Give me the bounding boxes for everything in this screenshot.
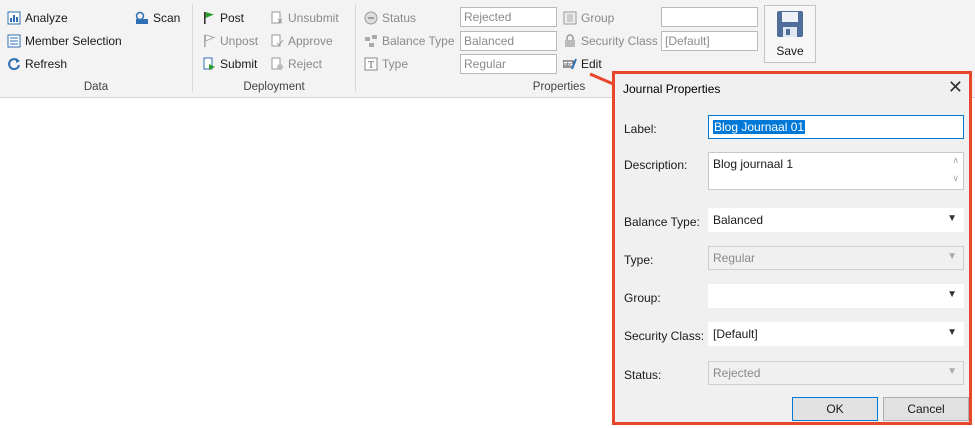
status-select[interactable]: Rejected ▼ [708,361,964,385]
description-field-label: Description: [624,158,688,172]
chevron-down-icon: ▼ [947,213,957,224]
description-textarea[interactable]: Blog journaal 1 ∧ ∨ [708,152,964,190]
status-dialog-label: Status: [624,368,662,382]
chevron-down-icon: ▼ [947,251,957,262]
type-select-value: Regular [713,251,756,265]
scroll-down-icon[interactable]: ∨ [952,173,959,184]
balance-type-select-value: Balanced [713,213,764,227]
type-select[interactable]: Regular ▼ [708,246,964,270]
description-text: Blog journaal 1 [713,157,794,171]
cancel-button[interactable]: Cancel [883,397,969,421]
type-dialog-label: Type: [624,253,654,267]
chevron-down-icon: ▼ [947,327,957,338]
status-select-value: Rejected [713,366,761,380]
group-select[interactable]: ▼ [708,284,964,308]
journal-properties-dialog: Journal Properties ✕ Label: Blog Journaa… [612,71,972,425]
chevron-down-icon: ▼ [947,289,957,300]
label-input[interactable]: Blog Journaal 01 [708,115,964,139]
group-dialog-label: Group: [624,291,661,305]
balance-type-select[interactable]: Balanced ▼ [708,208,964,232]
balance-type-dialog-label: Balance Type: [624,215,700,229]
chevron-down-icon: ▼ [947,366,957,377]
security-class-dialog-label: Security Class: [624,329,705,343]
ok-button[interactable]: OK [792,397,878,421]
dialog-title: Journal Properties [623,82,721,96]
label-field-label: Label: [624,122,657,136]
label-input-text: Blog Journaal 01 [713,120,806,134]
security-class-select-value: [Default] [713,327,758,341]
scroll-up-icon[interactable]: ∧ [952,155,959,166]
security-class-select[interactable]: [Default] ▼ [708,322,964,346]
close-icon[interactable]: ✕ [948,77,963,97]
